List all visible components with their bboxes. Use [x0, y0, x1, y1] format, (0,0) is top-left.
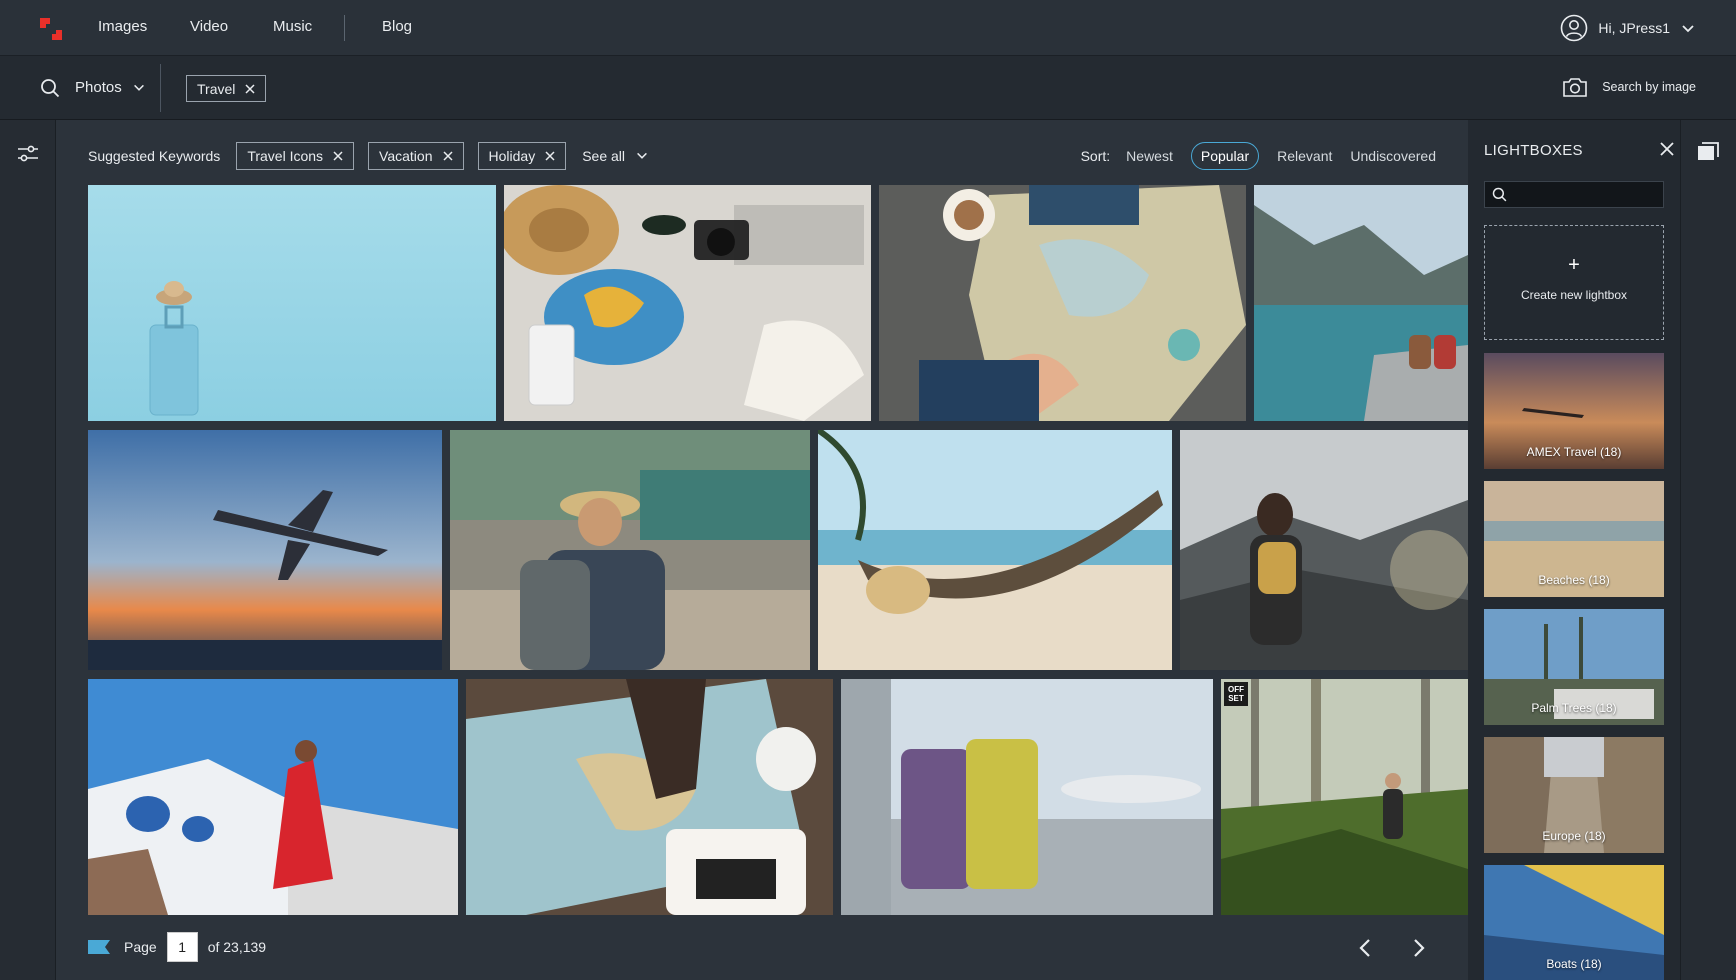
nav-blog-link[interactable]: Blog [382, 18, 412, 35]
keyword-chip[interactable]: Vacation [368, 142, 464, 170]
nav-music-link[interactable]: Music [273, 18, 312, 35]
close-icon[interactable] [333, 151, 343, 161]
hiker-mountain-photo [1180, 430, 1468, 670]
user-avatar-icon [1561, 14, 1588, 42]
chevron-left-icon[interactable] [1354, 936, 1378, 960]
chevron-down-icon [133, 84, 144, 91]
sort-options: Sort: Newest Popular Relevant Undiscover… [1081, 142, 1436, 170]
travel-flatlay-photo [504, 185, 871, 421]
suitcase-photo [88, 185, 496, 421]
search-by-image-label: Search by image [1602, 80, 1696, 94]
image-tile[interactable] [879, 185, 1246, 421]
lightbox-item[interactable]: AMEX Travel (18) [1484, 353, 1664, 469]
camera-icon [1563, 78, 1587, 97]
lightbox-item[interactable]: Palm Trees (18) [1484, 609, 1664, 725]
shutterstock-logo-icon[interactable] [38, 16, 64, 42]
sort-newest[interactable]: Newest [1126, 144, 1173, 168]
sort-undiscovered[interactable]: Undiscovered [1350, 144, 1436, 168]
lightbox-item[interactable]: Boats (18) [1484, 865, 1664, 980]
page-number-input[interactable]: 1 [166, 932, 198, 962]
lightbox-item[interactable]: Beaches (18) [1484, 481, 1664, 597]
close-icon[interactable] [442, 151, 453, 161]
plus-icon: + [1568, 254, 1580, 276]
image-tile[interactable] [88, 430, 442, 670]
keyword-label: Travel Icons [247, 148, 324, 164]
lightbox-label: Palm Trees (18) [1531, 701, 1617, 715]
close-icon[interactable] [245, 83, 255, 94]
offset-badge: OFF SET [1224, 682, 1248, 706]
mountain-lake-photo [1254, 185, 1468, 421]
see-all-keywords-button[interactable]: See all [582, 148, 649, 164]
lightboxes-title: LIGHTBOXES [1484, 142, 1583, 159]
image-tile[interactable] [818, 430, 1172, 670]
suitcases-airport-photo [841, 679, 1213, 915]
santorini-photo [88, 679, 458, 915]
page-label: Page [124, 939, 157, 955]
filter-sliders-icon[interactable] [17, 144, 39, 164]
pagination: Page 1 of 23,139 [88, 932, 266, 962]
keyword-label: Vacation [379, 148, 433, 164]
backpacker-market-photo [450, 430, 810, 670]
lightbox-label: Beaches (18) [1538, 573, 1610, 587]
chevron-down-icon [637, 152, 647, 159]
image-tile[interactable] [88, 679, 458, 915]
nav-divider [344, 15, 345, 41]
lightbox-toggle-icon[interactable] [1697, 142, 1719, 162]
right-rail [1680, 120, 1736, 980]
search-divider [160, 64, 161, 112]
lightbox-label: Europe (18) [1542, 829, 1606, 843]
filter-rail [0, 120, 56, 980]
map-planning-photo [879, 185, 1246, 421]
search-icon [1492, 187, 1507, 202]
see-all-label: See all [582, 148, 626, 164]
lightbox-label: Boats (18) [1546, 957, 1602, 971]
image-tile[interactable] [88, 185, 496, 421]
chevron-down-icon [1682, 25, 1694, 33]
nav-video-link[interactable]: Video [190, 18, 228, 35]
close-icon[interactable] [545, 151, 555, 161]
forest-hiker-photo [1221, 679, 1468, 915]
sort-popular[interactable]: Popular [1190, 142, 1260, 170]
lightbox-panel: LIGHTBOXES + Create new lightbox AMEX Tr… [1468, 120, 1680, 980]
media-type-dropdown[interactable]: Photos [75, 79, 146, 96]
nav-images-link[interactable]: Images [98, 18, 147, 35]
suggested-keywords-title: Suggested Keywords [88, 148, 221, 164]
keyword-chip[interactable]: Holiday [477, 142, 567, 170]
sort-relevant[interactable]: Relevant [1277, 144, 1332, 168]
search-term-chip[interactable]: Travel [186, 75, 267, 102]
lightbox-label: AMEX Travel (18) [1526, 445, 1622, 459]
chevron-right-icon[interactable] [1406, 936, 1430, 960]
close-icon[interactable] [1660, 142, 1674, 156]
beach-hammock-photo [818, 430, 1172, 670]
suggested-keywords: Suggested Keywords Travel Icons Vacation… [88, 142, 649, 170]
sort-label: Sort: [1080, 148, 1111, 164]
media-type-label: Photos [75, 79, 122, 96]
image-tile[interactable] [466, 679, 833, 915]
vintage-map-photo [466, 679, 833, 915]
page-total: of 23,139 [207, 939, 267, 955]
image-tile[interactable] [841, 679, 1213, 915]
user-menu[interactable]: Hi, JPress1 [1560, 14, 1696, 42]
image-tile[interactable] [450, 430, 810, 670]
top-nav: Images Video Music Blog Hi, JPress1 [0, 0, 1736, 56]
user-greeting: Hi, JPress1 [1598, 20, 1670, 36]
keyword-chip[interactable]: Travel Icons [236, 142, 355, 170]
airplane-sunset-photo [88, 430, 442, 670]
image-tile[interactable]: OFF SET [1221, 679, 1468, 915]
create-lightbox-label: Create new lightbox [1520, 288, 1628, 302]
flag-icon [88, 940, 110, 954]
search-icon[interactable] [40, 78, 60, 98]
image-tile[interactable] [1180, 430, 1468, 670]
lightbox-item[interactable]: Europe (18) [1484, 737, 1664, 853]
image-tile[interactable] [1254, 185, 1468, 421]
keyword-label: Holiday [488, 148, 536, 164]
lightbox-search-input[interactable] [1484, 181, 1664, 208]
search-by-image-button[interactable]: Search by image [1562, 76, 1696, 98]
create-lightbox-button[interactable]: + Create new lightbox [1484, 225, 1664, 340]
search-bar: Photos Travel Search by image [0, 56, 1736, 120]
search-term-label: Travel [197, 80, 236, 97]
results-panel: Suggested Keywords Travel Icons Vacation… [56, 120, 1468, 980]
image-tile[interactable] [504, 185, 871, 421]
